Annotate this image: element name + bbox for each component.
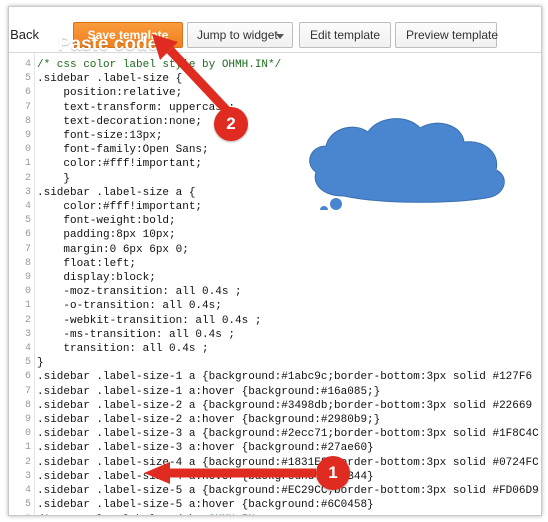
line-number: 0 (24, 428, 31, 440)
code-line[interactable]: font-weight:bold; (37, 214, 541, 228)
line-number: 2 (24, 172, 31, 184)
line-number: 5 (24, 499, 31, 511)
line-number: 2 (24, 314, 31, 326)
line-number: 2 (24, 456, 31, 468)
code-line[interactable]: .sidebar .label-size-3 a {background:#2e… (37, 427, 541, 441)
code-line[interactable]: float:left; (37, 257, 541, 271)
line-number: 1 (24, 442, 31, 454)
line-number: 8 (24, 399, 31, 411)
code-line[interactable]: transition: all 0.4s ; (37, 342, 541, 356)
line-number: 9 (24, 414, 31, 426)
step-2-badge: 2 (214, 107, 248, 141)
line-number: 7 (24, 243, 31, 255)
line-number: 5 (24, 357, 31, 369)
line-number: 6 (9, 513, 34, 516)
code-line[interactable]: .sidebar .label-size-5 a:hover {backgrou… (37, 498, 541, 512)
edit-template-button[interactable]: Edit template (299, 22, 391, 48)
line-number: 9 (24, 272, 31, 284)
line-number: 0 (24, 144, 31, 156)
code-line[interactable]: -moz-transition: all 0.4s ; (37, 285, 541, 299)
code-line[interactable]: .sidebar .label-size { (37, 72, 541, 86)
line-number: 7 (24, 385, 31, 397)
code-line[interactable]: margin:0 6px 6px 0; (37, 243, 541, 257)
line-number-gutter: 4567890123456789012345678901234567890123 (9, 53, 35, 515)
line-number: 4 (24, 201, 31, 213)
code-line[interactable]: .sidebar .label-size-1 a:hover {backgrou… (37, 385, 541, 399)
code-line[interactable]: -ms-transition: all 0.4s ; (37, 328, 541, 342)
code-line[interactable]: position:relative; (37, 86, 541, 100)
code-line[interactable]: .sidebar .label-size-1 a {background:#1a… (37, 370, 541, 384)
line-number: 5 (24, 73, 31, 85)
line-number: 6 (24, 229, 31, 241)
code-line[interactable]: -o-transition: all 0.4s; (37, 299, 541, 313)
line-number: 3 (24, 470, 31, 482)
code-line[interactable]: /* css color label end by OHMH.IN (37, 513, 541, 516)
editor-window: Back Save template Jump to widget Edit t… (8, 6, 542, 516)
chevron-down-icon (276, 34, 284, 39)
code-line[interactable]: display:block; (37, 271, 541, 285)
code-line[interactable]: .sidebar .label-size-2 a:hover {backgrou… (37, 413, 541, 427)
line-number: 5 (24, 215, 31, 227)
line-number: 7 (24, 101, 31, 113)
code-line[interactable]: .sidebar .label-size-2 a {background:#34… (37, 399, 541, 413)
line-number: 1 (24, 158, 31, 170)
code-line[interactable]: .sidebar .label-size-5 a {background:#EC… (37, 484, 541, 498)
line-number: 4 (24, 485, 31, 497)
line-number: 3 (24, 328, 31, 340)
code-line[interactable]: -webkit-transition: all 0.4s ; (37, 314, 541, 328)
code-comment: /* css color label end by OHMH.IN (37, 514, 255, 516)
line-number: 3 (24, 186, 31, 198)
line-number: 8 (24, 115, 31, 127)
code-line[interactable]: text-transform: uppercase; (37, 101, 541, 115)
code-line[interactable]: padding:8px 10px; (37, 228, 541, 242)
step-1-badge: 1 (316, 456, 350, 490)
preview-template-button[interactable]: Preview template (395, 22, 498, 48)
code-line[interactable]: } (37, 356, 541, 370)
code-line[interactable]: /* css color label style by OHMH.IN*/ (37, 58, 541, 72)
cloud-callout (309, 118, 505, 210)
arrow-to-skin-tag (144, 462, 316, 484)
line-number: 4 (24, 59, 31, 70)
line-number: 8 (24, 257, 31, 269)
line-number: 1 (24, 300, 31, 312)
line-number: 6 (24, 371, 31, 383)
line-number: 0 (24, 286, 31, 298)
line-number: 9 (24, 130, 31, 142)
line-number: 6 (24, 87, 31, 99)
code-line[interactable]: .sidebar .label-size-3 a:hover {backgrou… (37, 441, 541, 455)
line-number: 4 (24, 343, 31, 355)
